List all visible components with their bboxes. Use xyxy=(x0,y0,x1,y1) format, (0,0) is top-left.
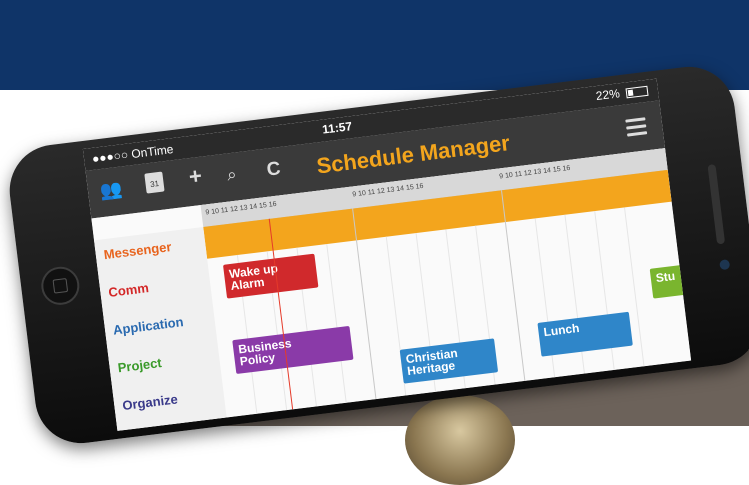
row-label-application[interactable]: Application xyxy=(112,314,184,338)
app-screen: ●●●○○ OnTime 11:57 22% 👥 31 + ⌕ C Schedu… xyxy=(82,78,692,431)
row-label-project[interactable]: Project xyxy=(117,355,163,375)
grid-line xyxy=(326,243,347,403)
people-icon[interactable]: 👥 xyxy=(99,179,124,202)
phone-mockup: ●●●○○ OnTime 11:57 22% 👥 31 + ⌕ C Schedu… xyxy=(0,0,749,449)
hour-ticks-day-1: 9 10 11 12 13 14 15 16 xyxy=(205,200,277,217)
event-christian-heritage[interactable]: Christian Heritage xyxy=(399,338,499,384)
hour-ticks-day-2: 9 10 11 12 13 14 15 16 xyxy=(352,182,424,199)
add-icon[interactable]: + xyxy=(187,163,203,189)
home-button[interactable] xyxy=(39,264,82,307)
row-label-organize[interactable]: Organize xyxy=(121,391,178,413)
search-icon[interactable]: ⌕ xyxy=(226,165,238,186)
row-label-messenger[interactable]: Messenger xyxy=(103,239,172,262)
refresh-icon[interactable]: C xyxy=(266,158,282,181)
phone-speaker xyxy=(707,164,726,245)
row-labels: Messenger Comm Application Project Organ… xyxy=(94,226,227,431)
event-lunch[interactable]: Lunch xyxy=(537,311,633,357)
status-time: 11:57 xyxy=(321,119,353,137)
battery-percent: 22% xyxy=(594,86,621,104)
event-stu[interactable]: Stu xyxy=(649,264,688,299)
row-label-comm[interactable]: Comm xyxy=(108,280,150,300)
event-business-policy[interactable]: Business Policy xyxy=(232,325,354,374)
calendar-icon[interactable]: 31 xyxy=(144,171,165,194)
event-title: Lunch xyxy=(542,320,581,340)
hamburger-menu-icon[interactable] xyxy=(625,117,648,140)
phone-body: ●●●○○ OnTime 11:57 22% 👥 31 + ⌕ C Schedu… xyxy=(4,61,749,449)
event-title: Stu xyxy=(654,268,676,286)
battery-icon xyxy=(625,85,649,99)
hour-ticks-day-3: 9 10 11 12 13 14 15 16 xyxy=(498,164,571,181)
phone-camera xyxy=(719,259,731,271)
battery-indicator: 22% xyxy=(595,83,649,103)
